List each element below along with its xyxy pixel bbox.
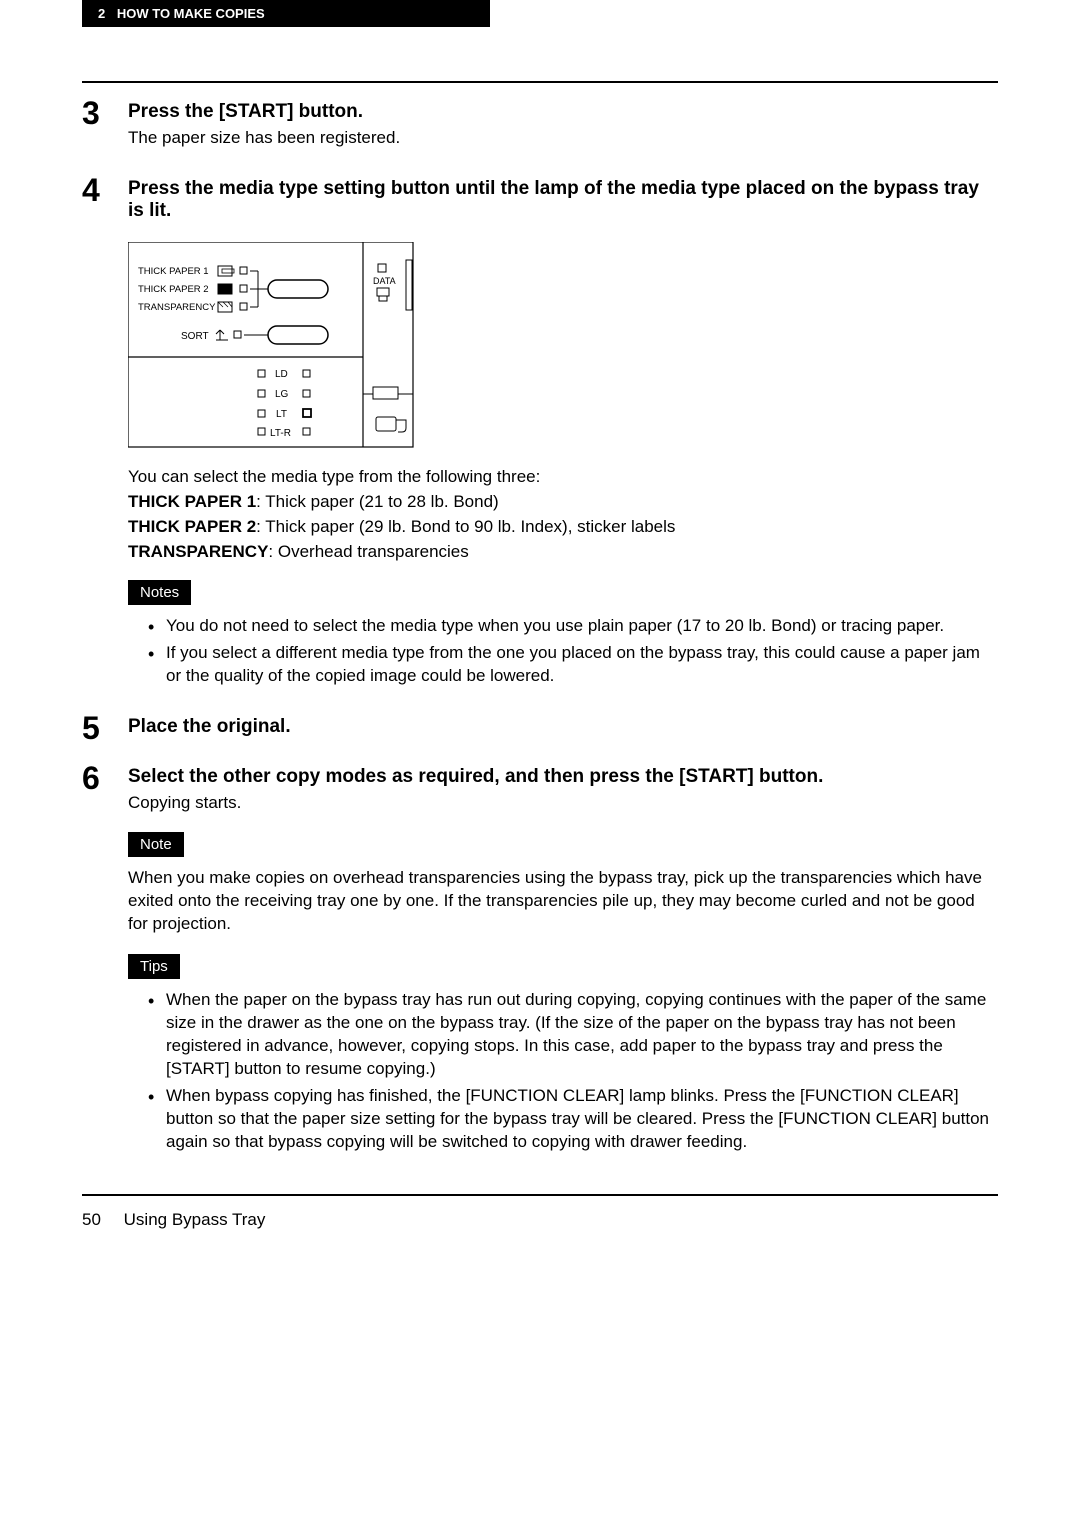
step-body: Copying starts. (128, 792, 998, 815)
top-rule (82, 81, 998, 83)
step-6: 6 Select the other copy modes as require… (82, 766, 998, 1154)
tip-item: When bypass copying has finished, the [F… (148, 1085, 998, 1154)
step-title: Place the original. (128, 716, 998, 738)
page-number: 50 (82, 1210, 101, 1229)
page-footer: 50 Using Bypass Tray (0, 1196, 1080, 1260)
diagram-label-ltr: LT-R (270, 428, 291, 439)
step-title: Select the other copy modes as required,… (128, 766, 998, 788)
note-text: When you make copies on overhead transpa… (128, 867, 998, 936)
media-type-def2: THICK PAPER 2: Thick paper (29 lb. Bond … (128, 516, 998, 539)
diagram-label-tp2: THICK PAPER 2 (138, 284, 209, 295)
diagram-label-data: DATA (373, 276, 396, 286)
diagram-label-transparency: TRANSPARENCY (138, 302, 216, 313)
step-number: 6 (82, 760, 100, 797)
step-title: Press the media type setting button unti… (128, 178, 998, 222)
chapter-title: HOW TO MAKE COPIES (117, 6, 265, 21)
media-type-intro: You can select the media type from the f… (128, 466, 998, 489)
tips-label: Tips (128, 954, 180, 979)
step-title: Press the [START] button. (128, 101, 998, 123)
diagram-label-sort: SORT (181, 331, 209, 342)
diagram-label-lt: LT (276, 409, 287, 420)
notes-label: Notes (128, 580, 191, 605)
tip-item: When the paper on the bypass tray has ru… (148, 989, 998, 1081)
note-item: If you select a different media type fro… (148, 642, 998, 688)
diagram-label-ld: LD (275, 369, 288, 380)
step-5: 5 Place the original. (82, 716, 998, 738)
diagram-label-lg: LG (275, 389, 289, 400)
diagram-label-tp1: THICK PAPER 1 (138, 266, 209, 277)
chapter-number: 2 (98, 6, 105, 21)
step-body: The paper size has been registered. (128, 127, 998, 150)
media-type-def1: THICK PAPER 1: Thick paper (21 to 28 lb.… (128, 491, 998, 514)
step-4: 4 Press the media type setting button un… (82, 178, 998, 688)
control-panel-diagram: THICK PAPER 1 THICK PAPER 2 TRANSPARENCY (128, 242, 418, 452)
note-label: Note (128, 832, 184, 857)
step-number: 3 (82, 95, 100, 132)
step-3: 3 Press the [START] button. The paper si… (82, 101, 998, 150)
media-type-def3: TRANSPARENCY: Overhead transparencies (128, 541, 998, 564)
step-number: 4 (82, 172, 100, 209)
step-number: 5 (82, 710, 100, 747)
header-bar: 2 HOW TO MAKE COPIES (82, 0, 490, 27)
section-title: Using Bypass Tray (124, 1210, 266, 1229)
note-item: You do not need to select the media type… (148, 615, 998, 638)
